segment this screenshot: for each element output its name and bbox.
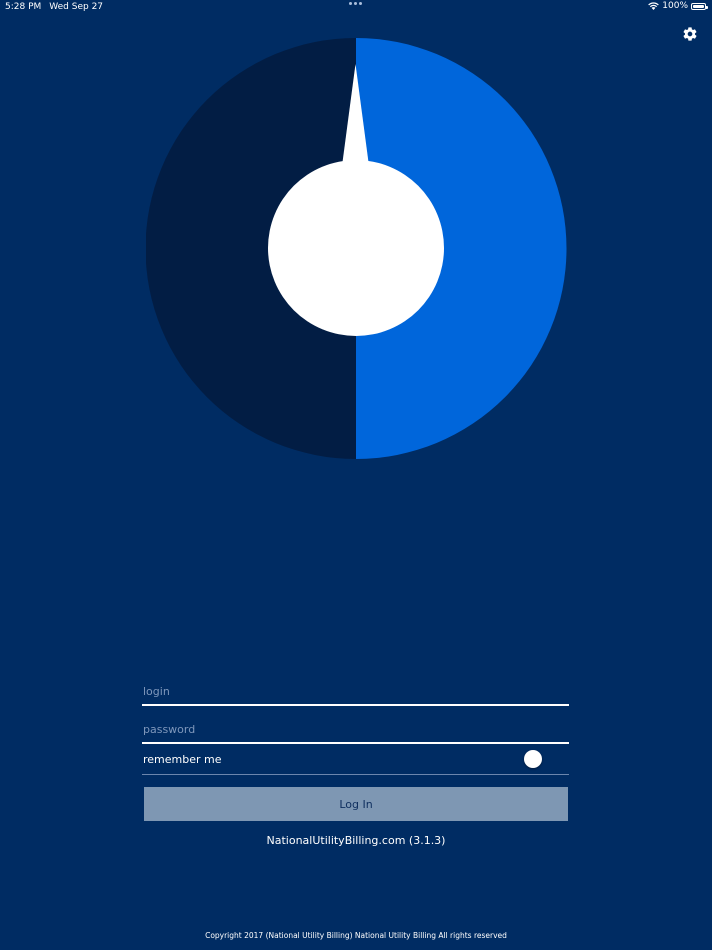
version-text: NationalUtilityBilling.com (3.1.3) bbox=[266, 834, 446, 847]
status-date: Wed Sep 27 bbox=[49, 2, 104, 12]
wifi-icon bbox=[648, 2, 660, 10]
national-utility-billing-logo bbox=[146, 38, 567, 459]
multitasking-dots-icon[interactable] bbox=[349, 2, 362, 5]
toggle-knob bbox=[524, 750, 542, 768]
status-right: 100% bbox=[648, 1, 708, 11]
log-in-button[interactable]: Log In bbox=[144, 787, 568, 821]
login-field bbox=[142, 668, 571, 706]
status-bar: 5:28 PM Wed Sep 27 100% bbox=[0, 0, 712, 16]
remember-me-toggle[interactable] bbox=[523, 749, 563, 769]
login-input[interactable] bbox=[142, 685, 571, 698]
login-screen: 5:28 PM Wed Sep 27 100% login remember m… bbox=[0, 0, 712, 950]
logo-center-circle bbox=[268, 160, 444, 336]
battery-percent: 100% bbox=[662, 1, 688, 11]
battery-full-icon bbox=[691, 2, 708, 10]
password-field bbox=[142, 706, 571, 744]
copyright-text: Copyright 2017 (National Utility Billing… bbox=[205, 931, 507, 940]
gear-icon[interactable] bbox=[682, 26, 698, 42]
password-input[interactable] bbox=[142, 723, 571, 736]
remember-me-row: remember me bbox=[142, 744, 569, 775]
status-time: 5:28 PM bbox=[5, 2, 42, 12]
remember-me-label: remember me bbox=[143, 753, 222, 766]
status-left: 5:28 PM Wed Sep 27 bbox=[5, 2, 103, 12]
login-form: remember me Log In bbox=[142, 668, 571, 821]
